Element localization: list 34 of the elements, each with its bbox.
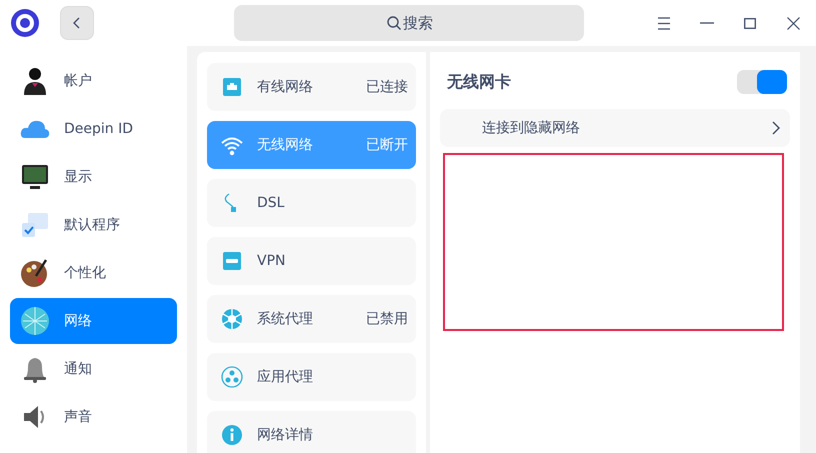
toggle-switch[interactable] (737, 70, 787, 94)
chevron-right-icon (772, 121, 780, 135)
monitor-icon (20, 162, 50, 192)
sidebar-item[interactable]: Deepin ID (10, 106, 177, 152)
windows-icon (20, 210, 50, 240)
info-icon (221, 424, 243, 446)
sidebar-item[interactable]: 显示 (10, 154, 177, 200)
menu-icon (658, 16, 670, 30)
network-item[interactable]: 网络详情 (207, 411, 416, 453)
network-item[interactable]: DSL (207, 179, 416, 227)
network-item[interactable]: 系统代理 已禁用 (207, 295, 416, 343)
network-item[interactable]: VPN (207, 237, 416, 285)
network-item[interactable]: 有线网络 已连接 (207, 63, 416, 111)
search-field[interactable]: 搜索 (234, 5, 584, 41)
section-title: 无线网卡 (447, 71, 511, 93)
sidebar-item[interactable]: 网络 (10, 298, 177, 344)
vpn-icon (221, 250, 243, 272)
ethernet-icon (221, 76, 243, 98)
sidebar-item[interactable]: 个性化 (10, 250, 177, 296)
hidden-network-row[interactable]: 连接到隐藏网络 (440, 109, 790, 147)
proxy-icon (221, 308, 243, 330)
sidebar-item[interactable]: 默认程序 (10, 202, 177, 248)
close-icon (786, 16, 800, 30)
back-icon (72, 17, 82, 29)
globe-icon (20, 306, 50, 336)
palette-icon (20, 258, 50, 288)
network-item[interactable]: 应用代理 (207, 353, 416, 401)
share-icon (221, 366, 243, 388)
sidebar-item[interactable]: 帐户 (10, 58, 177, 104)
minimize-icon (700, 22, 714, 24)
search-icon (386, 15, 402, 31)
sidebar-item[interactable]: 通知 (10, 346, 177, 392)
sidebar-item[interactable]: 声音 (10, 394, 177, 440)
maximize-icon (744, 18, 756, 28)
